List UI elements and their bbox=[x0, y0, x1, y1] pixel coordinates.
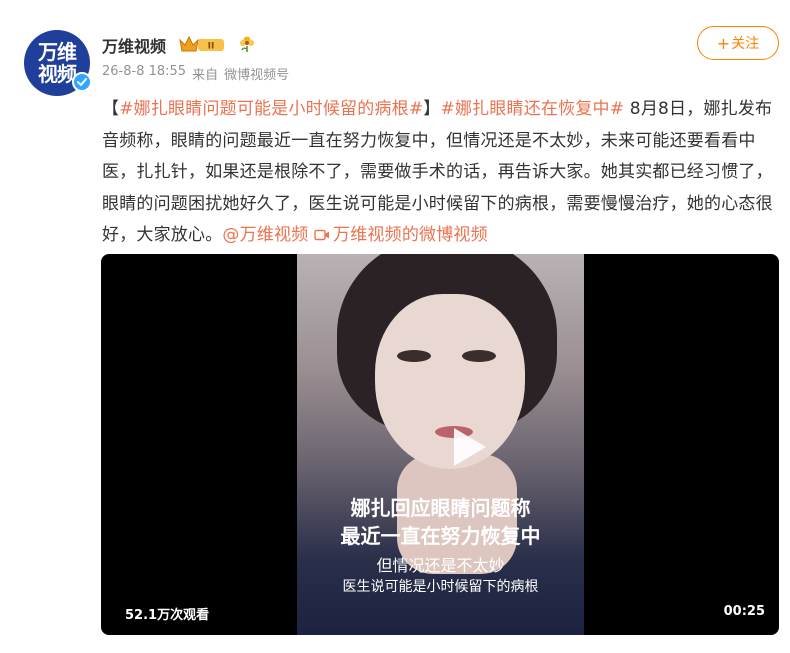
video-link[interactable]: 万维视频的微博视频 bbox=[314, 225, 488, 245]
avatar-text-line1: 万维 bbox=[38, 40, 77, 64]
post-body: 8月8日，娜扎发布音频称，眼睛的问题最近一直在努力恢复中，但情况还是不太妙，未来… bbox=[102, 99, 773, 245]
view-count: 52.1万次观看 bbox=[125, 608, 210, 623]
video-player[interactable]: 娜扎回应眼睛问题称 最近一直在努力恢复中 但情况还是不太妙 医生说可能是小时候留… bbox=[101, 254, 779, 635]
follow-button[interactable]: + 关注 bbox=[697, 26, 779, 60]
topic-link-2[interactable]: #娜扎眼睛还在恢复中# bbox=[441, 99, 625, 119]
follow-label: 关注 bbox=[731, 36, 760, 52]
close-bracket: 】 bbox=[423, 99, 441, 119]
flower-badge-icon[interactable] bbox=[236, 34, 258, 54]
topic-link-1[interactable]: #娜扎眼睛问题可能是小时候留的病根# bbox=[119, 99, 423, 119]
open-bracket: 【 bbox=[102, 99, 120, 119]
video-duration: 00:25 bbox=[723, 604, 765, 619]
mention-link[interactable]: @万维视频 bbox=[222, 225, 308, 245]
play-icon[interactable] bbox=[442, 422, 492, 472]
video-caption-4: 医生说可能是小时候留下的病根 bbox=[342, 579, 539, 595]
post-source[interactable]: 微博视频号 bbox=[224, 64, 289, 83]
post-text: 【#娜扎眼睛问题可能是小时候留的病根#】#娜扎眼睛还在恢复中# 8月8日，娜扎发… bbox=[102, 94, 782, 252]
avatar-text-line2: 视频 bbox=[38, 62, 77, 86]
author-name[interactable]: 万维视频 bbox=[102, 33, 166, 57]
video-link-label: 万维视频的微博视频 bbox=[333, 225, 488, 245]
post-time[interactable]: 26-8-8 18:55 bbox=[102, 64, 186, 83]
video-caption-3: 但情况还是不太妙 bbox=[376, 556, 505, 575]
source-prefix: 来自 bbox=[192, 68, 219, 83]
video-frame: 娜扎回应眼睛问题称 最近一直在努力恢复中 但情况还是不太妙 医生说可能是小时候留… bbox=[297, 254, 584, 635]
plus-icon: + bbox=[716, 33, 731, 53]
crown-badge-text: II bbox=[208, 42, 215, 52]
verified-icon bbox=[72, 72, 92, 92]
video-caption-1: 娜扎回应眼睛问题称 bbox=[350, 496, 531, 520]
video-link-icon bbox=[314, 229, 330, 241]
video-caption-2: 最近一直在努力恢复中 bbox=[340, 524, 541, 548]
crown-badge-icon[interactable]: II bbox=[178, 34, 226, 54]
